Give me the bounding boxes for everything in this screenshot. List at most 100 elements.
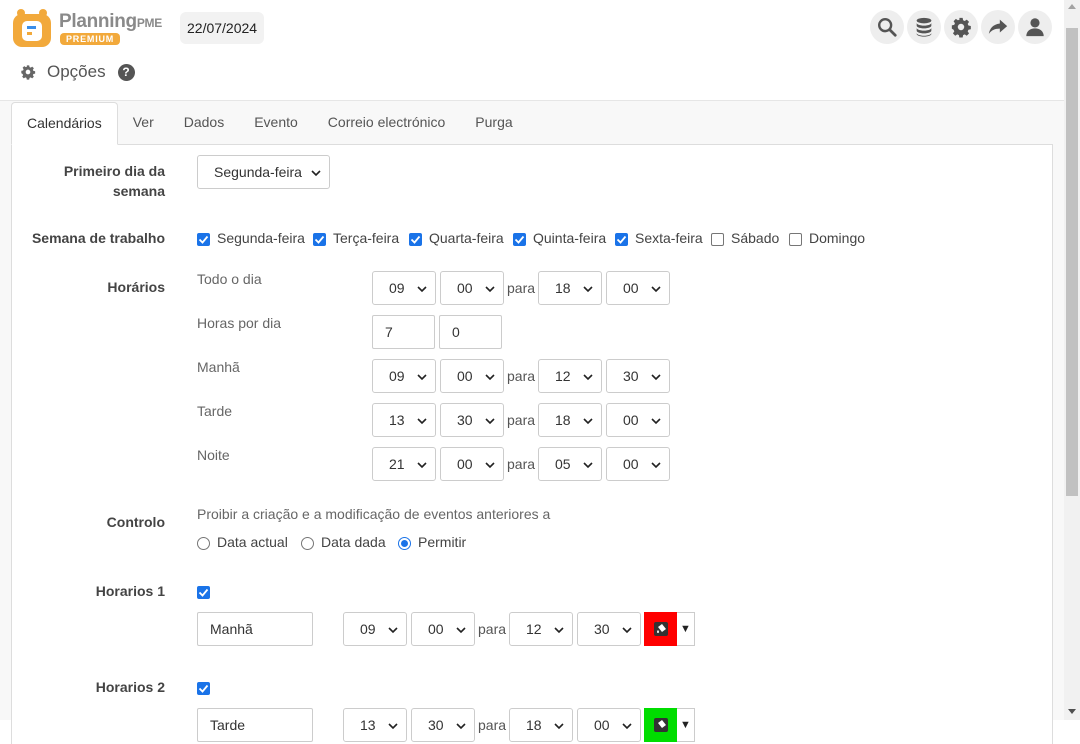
gear-icon <box>951 17 971 38</box>
select-value: 30 <box>457 412 473 428</box>
planningpme-logo[interactable]: PlanningPME PREMIUM <box>12 8 172 50</box>
select-value: 09 <box>389 280 405 296</box>
morning-end-hour[interactable]: 12 <box>538 359 602 393</box>
chevron-down-icon <box>651 374 661 381</box>
chevron-down-icon <box>622 723 632 730</box>
select-value: 09 <box>360 621 376 637</box>
database-button[interactable] <box>907 10 941 44</box>
day-label-sexta: Sexta-feira <box>635 230 703 246</box>
chevron-down-icon <box>622 627 632 634</box>
afternoon-end-minute[interactable]: 00 <box>606 403 670 437</box>
slot2-end-minute[interactable]: 00 <box>577 708 641 742</box>
all-day-start-minute[interactable]: 00 <box>440 271 504 305</box>
radio-data-actual[interactable] <box>197 537 210 550</box>
tab-ver[interactable]: Ver <box>118 102 169 145</box>
all-day-start-hour[interactable]: 09 <box>372 271 436 305</box>
tab-purga[interactable]: Purga <box>460 102 527 145</box>
slot2-color-dropdown[interactable]: ▼ <box>677 708 695 742</box>
night-start-hour[interactable]: 21 <box>372 447 436 481</box>
chevron-down-icon <box>456 627 466 634</box>
tab-evento[interactable]: Evento <box>239 102 313 145</box>
morning-start-minute[interactable]: 00 <box>440 359 504 393</box>
afternoon-start-minute[interactable]: 30 <box>440 403 504 437</box>
hours-per-day-label: Horas por dia <box>197 315 282 331</box>
first-day-label-line1: Primeiro dia da <box>63 163 165 179</box>
chevron-down-icon <box>485 462 495 469</box>
share-button[interactable] <box>981 10 1015 44</box>
options-title-bar: Opções ? <box>20 60 135 84</box>
slot1-color-dropdown[interactable]: ▼ <box>677 612 695 646</box>
to-label: para <box>507 368 536 384</box>
slot2-checkbox[interactable] <box>197 682 210 695</box>
chevron-down-icon <box>554 627 564 634</box>
night-label: Noite <box>197 447 230 463</box>
slot1-name-input[interactable]: Manhã <box>197 612 313 646</box>
all-day-end-hour[interactable]: 18 <box>538 271 602 305</box>
gear-icon <box>21 65 36 80</box>
slot1-end-minute[interactable]: 30 <box>577 612 641 646</box>
day-label-quinta: Quinta-feira <box>533 230 607 246</box>
day-label-terca: Terça-feira <box>333 230 400 246</box>
morning-end-minute[interactable]: 30 <box>606 359 670 393</box>
slot1-color-button[interactable] <box>644 612 677 646</box>
tab-calendarios[interactable]: Calendários <box>11 102 118 145</box>
select-value: 00 <box>623 280 639 296</box>
checkbox-domingo[interactable] <box>789 233 802 246</box>
slot1-start-minute[interactable]: 00 <box>411 612 475 646</box>
day-label-domingo: Domingo <box>809 230 866 246</box>
night-end-minute[interactable]: 00 <box>606 447 670 481</box>
user-button[interactable] <box>1018 10 1052 44</box>
morning-start-hour[interactable]: 09 <box>372 359 436 393</box>
checkbox-quinta[interactable] <box>513 233 526 246</box>
checkbox-segunda[interactable] <box>197 233 210 246</box>
settings-button[interactable] <box>944 10 978 44</box>
radio-data-dada[interactable] <box>301 537 314 550</box>
night-start-minute[interactable]: 00 <box>440 447 504 481</box>
night-end-hour[interactable]: 05 <box>538 447 602 481</box>
afternoon-end-hour[interactable]: 18 <box>538 403 602 437</box>
tab-correio[interactable]: Correio electrónico <box>313 102 461 145</box>
slot1-start-hour[interactable]: 09 <box>343 612 407 646</box>
first-day-select[interactable]: Segunda-feira <box>197 155 330 189</box>
chevron-down-icon <box>554 723 564 730</box>
slot1-label: Horarios 1 <box>95 583 165 599</box>
to-label: para <box>507 456 536 472</box>
select-value: 09 <box>389 368 405 384</box>
radio-permitir[interactable] <box>398 537 411 550</box>
slot2-color-button[interactable] <box>644 708 677 742</box>
logo-name: Planning <box>59 11 137 32</box>
slot2-start-hour[interactable]: 13 <box>343 708 407 742</box>
select-value: 00 <box>457 368 473 384</box>
checkbox-quarta[interactable] <box>409 233 422 246</box>
all-day-end-minute[interactable]: 00 <box>606 271 670 305</box>
checkbox-terca[interactable] <box>313 233 326 246</box>
current-date[interactable]: 22/07/2024 <box>180 12 265 44</box>
help-icon[interactable]: ? <box>117 63 135 81</box>
hours-per-day-hours-input[interactable]: 7 <box>372 315 435 349</box>
options-content: Calendários Ver Dados Evento Correio ele… <box>0 100 1064 744</box>
tab-dados[interactable]: Dados <box>169 102 239 145</box>
chevron-down-icon <box>417 418 427 425</box>
slot2-start-minute[interactable]: 30 <box>411 708 475 742</box>
slot2-name-input[interactable]: Tarde <box>197 708 313 742</box>
page-scrollbar[interactable] <box>1064 0 1080 720</box>
options-tabs: Calendários Ver Dados Evento Correio ele… <box>11 102 528 145</box>
scroll-up-arrow-icon[interactable] <box>1068 4 1076 9</box>
hours-per-day-minutes-input[interactable]: 0 <box>439 315 502 349</box>
page-title: Opções <box>47 62 106 81</box>
chevron-down-icon <box>388 723 398 730</box>
slot1-checkbox[interactable] <box>197 586 210 599</box>
radio-label-data-actual: Data actual <box>217 534 288 550</box>
afternoon-start-hour[interactable]: 13 <box>372 403 436 437</box>
chevron-down-icon <box>417 374 427 381</box>
scroll-down-arrow-icon[interactable] <box>1068 709 1076 714</box>
search-button[interactable] <box>870 10 904 44</box>
slot2-end-hour[interactable]: 18 <box>509 708 573 742</box>
chevron-down-icon <box>417 286 427 293</box>
checkbox-sexta[interactable] <box>615 233 628 246</box>
slot1-end-hour[interactable]: 12 <box>509 612 573 646</box>
paint-bucket-icon <box>653 718 668 732</box>
checkbox-sabado[interactable] <box>711 233 724 246</box>
scroll-thumb[interactable] <box>1066 28 1078 496</box>
check-icon <box>314 235 325 244</box>
